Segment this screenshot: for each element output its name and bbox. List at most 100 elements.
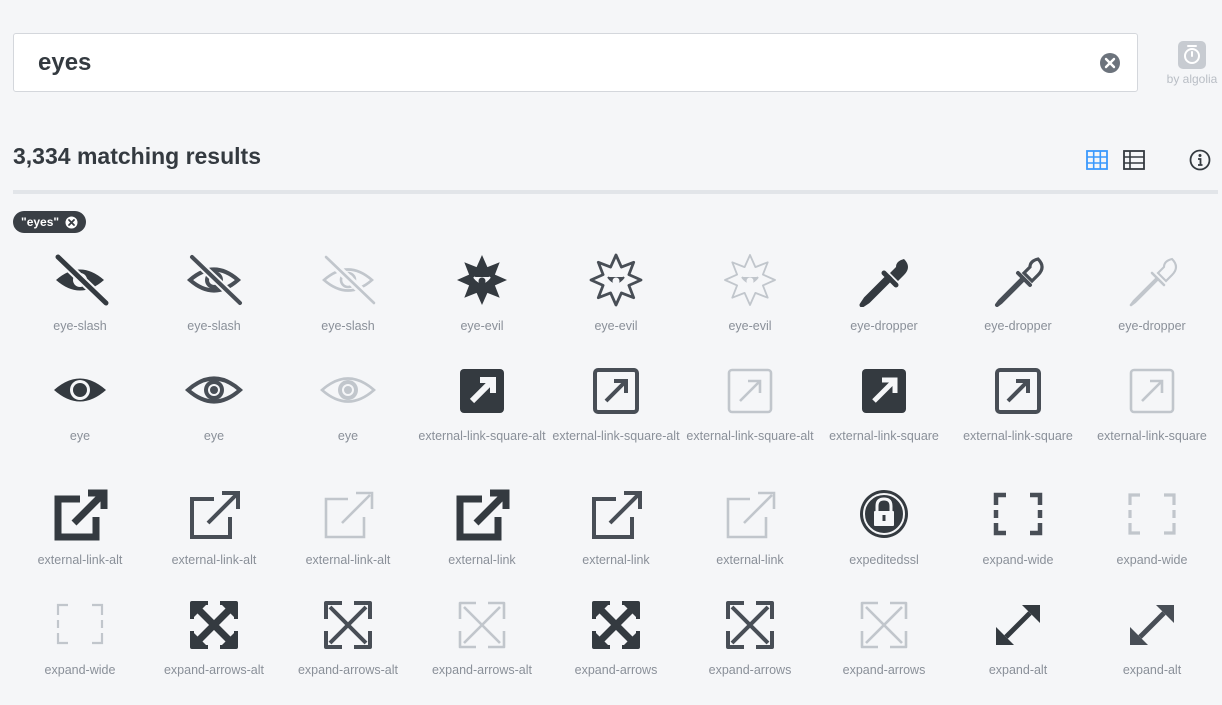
icon-result-expand-wide[interactable]: expand-wide (951, 487, 1085, 567)
icon-label: eye-slash (187, 319, 241, 333)
search-input[interactable] (38, 46, 1078, 80)
icon-label: expeditedssl (849, 553, 919, 567)
eye-icon (184, 376, 244, 404)
icon-result-expand-wide[interactable]: expand-wide (13, 597, 147, 677)
icon-result-eye-dropper[interactable]: eye-dropper (1085, 253, 1219, 333)
icon-result-external-link-alt[interactable]: external-link-alt (281, 487, 415, 567)
icon-result-expand-alt[interactable]: expand-alt (951, 597, 1085, 677)
icon-result-expand-alt[interactable]: expand-alt (1085, 597, 1219, 677)
icon-result-external-link-alt[interactable]: external-link-alt (147, 487, 281, 567)
icon-result-eye-slash[interactable]: eye-slash (13, 253, 147, 333)
algolia-icon (1178, 41, 1206, 69)
algolia-badge[interactable]: by algolia (1162, 40, 1222, 86)
icon-result-expand-arrows-alt[interactable]: expand-arrows-alt (147, 597, 281, 677)
icon-result-eye-evil[interactable]: eye-evil (549, 253, 683, 333)
expand-wide-icon (56, 603, 104, 645)
algolia-label: by algolia (1166, 72, 1218, 86)
icon-label: expand-wide (1116, 553, 1188, 567)
external-link-icon (456, 489, 510, 541)
icon-result-external-link[interactable]: external-link (683, 487, 817, 567)
external-link-icon (726, 491, 776, 539)
icon-label: external-link-square-alt (552, 429, 680, 443)
eye-slash-icon (186, 254, 243, 306)
eye-evil-icon (589, 253, 643, 307)
icon-result-external-link-alt[interactable]: external-link-alt (13, 487, 147, 567)
icon-label: expand-arrows (842, 663, 926, 677)
eye-slash-icon (54, 253, 110, 307)
icon-result-eye-dropper[interactable]: eye-dropper (951, 253, 1085, 333)
icon-result-external-link-square-alt[interactable]: external-link-square-alt (683, 363, 817, 443)
icon-label: expand-alt (1122, 663, 1182, 677)
icon-label: eye-slash (53, 319, 107, 333)
list-view-icon[interactable] (1122, 148, 1146, 172)
icon-result-expand-arrows-alt[interactable]: expand-arrows-alt (281, 597, 415, 677)
icon-result-external-link-square[interactable]: external-link-square (1085, 363, 1219, 443)
icon-result-eye-slash[interactable]: eye-slash (147, 253, 281, 333)
filter-tag-label: "eyes" (21, 215, 60, 229)
icon-result-external-link-square[interactable]: external-link-square (951, 363, 1085, 443)
eye-evil-icon (724, 254, 776, 306)
icon-label: eye-evil (728, 319, 772, 333)
expand-wide-icon (993, 492, 1043, 536)
grid-view-icon[interactable] (1085, 148, 1109, 172)
icon-result-expand-arrows[interactable]: expand-arrows (549, 597, 683, 677)
icon-result-eye[interactable]: eye (281, 363, 415, 443)
icon-result-eye[interactable]: eye (147, 363, 281, 443)
icon-label: external-link-square-alt (686, 429, 814, 443)
icon-label: expand-arrows (574, 663, 658, 677)
info-icon[interactable] (1188, 148, 1212, 172)
icon-label: eye-slash (321, 319, 375, 333)
icon-label: external-link-alt (305, 553, 391, 567)
external-link-square-icon (995, 368, 1041, 414)
clear-search-icon[interactable] (1099, 52, 1121, 74)
icon-label: external-link-square (829, 429, 939, 443)
header-divider (13, 190, 1218, 194)
icon-label: eye (203, 429, 225, 443)
expand-alt-icon (996, 605, 1040, 645)
search-box[interactable] (13, 33, 1138, 92)
expand-arrows-icon (860, 601, 908, 649)
icon-result-expand-arrows[interactable]: expand-arrows (683, 597, 817, 677)
icon-result-eye-evil[interactable]: eye-evil (415, 253, 549, 333)
expand-arrows-icon (726, 601, 774, 649)
icon-label: external-link-alt (171, 553, 257, 567)
icon-result-external-link[interactable]: external-link (549, 487, 683, 567)
external-link-alt-icon (324, 491, 374, 539)
external-link-square-icon (862, 369, 906, 413)
eye-dropper-icon (859, 259, 908, 307)
external-link-square-icon (1129, 368, 1175, 414)
icon-result-expand-wide[interactable]: expand-wide (1085, 487, 1219, 567)
icon-label: external-link-square (1097, 429, 1207, 443)
icon-result-external-link-square-alt[interactable]: external-link-square-alt (415, 363, 549, 443)
icon-result-expeditedssl[interactable]: expeditedssl (817, 487, 951, 567)
icon-result-expand-arrows-alt[interactable]: expand-arrows-alt (415, 597, 549, 677)
icon-result-eye-slash[interactable]: eye-slash (281, 253, 415, 333)
filter-tag[interactable]: "eyes" (13, 211, 87, 233)
icon-result-eye[interactable]: eye (13, 363, 147, 443)
eye-evil-icon (457, 255, 507, 305)
icon-result-external-link-square-alt[interactable]: external-link-square-alt (549, 363, 683, 443)
eye-icon (54, 378, 106, 402)
external-link-alt-icon (54, 489, 108, 541)
icon-label: expand-arrows-alt (431, 663, 533, 677)
eye-dropper-icon (995, 257, 1044, 307)
external-link-square-alt-icon (727, 368, 773, 414)
remove-tag-icon[interactable] (65, 216, 78, 229)
external-link-alt-icon (190, 491, 240, 539)
icon-label: expand-arrows-alt (297, 663, 399, 677)
icon-label: eye (69, 429, 91, 443)
icon-label: external-link-alt (37, 553, 123, 567)
eye-dropper-icon (1129, 257, 1178, 307)
icon-label: expand-arrows (708, 663, 792, 677)
icon-result-external-link-square[interactable]: external-link-square (817, 363, 951, 443)
icon-label: eye-dropper (850, 319, 918, 333)
icon-label: external-link-square (963, 429, 1073, 443)
icon-result-eye-evil[interactable]: eye-evil (683, 253, 817, 333)
icon-result-expand-arrows[interactable]: expand-arrows (817, 597, 951, 677)
icon-label: eye-dropper (1118, 319, 1186, 333)
results-count: 3,334 matching results (13, 143, 261, 169)
expand-arrows-alt-icon (324, 601, 372, 649)
icon-result-eye-dropper[interactable]: eye-dropper (817, 253, 951, 333)
icon-result-external-link[interactable]: external-link (415, 487, 549, 567)
expand-alt-icon (1130, 605, 1174, 645)
